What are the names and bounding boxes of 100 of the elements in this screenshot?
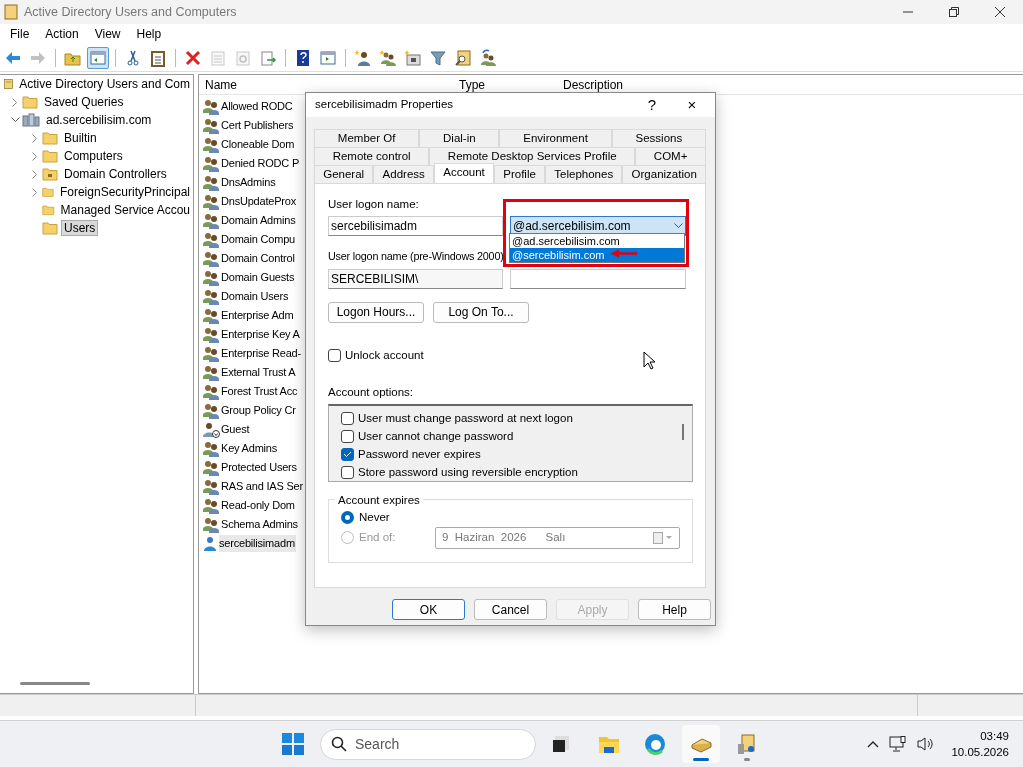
list-item[interactable]: Key Admins	[221, 440, 279, 457]
tree-item[interactable]: ForeignSecurityPrincipal	[56, 184, 193, 200]
dialog-button[interactable]: OK	[392, 599, 465, 620]
pre-windows-name-field[interactable]	[510, 268, 686, 289]
list-item[interactable]: Domain Guests	[221, 269, 296, 286]
list-item[interactable]: Guest	[221, 421, 251, 438]
list-item[interactable]: Domain Users	[221, 288, 290, 305]
tree-item[interactable]: Managed Service Accou	[57, 202, 193, 218]
option-label[interactable]: User must change password at next logon	[358, 410, 573, 428]
tree-item[interactable]: Users	[61, 220, 99, 236]
expand-chevron-icon[interactable]	[32, 151, 38, 161]
dialog-button[interactable]: Log On To...	[433, 301, 529, 323]
field-label: User logon name:	[328, 197, 420, 212]
checkbox[interactable]	[341, 466, 354, 480]
tab[interactable]: Member Of	[314, 129, 420, 147]
tab[interactable]: Profile	[494, 165, 546, 183]
list-item[interactable]: Schema Admins	[221, 516, 299, 533]
tab[interactable]: Telephones	[545, 165, 623, 183]
list-item[interactable]: Domain Control	[221, 250, 296, 267]
checkbox[interactable]	[328, 349, 341, 362]
tree-item[interactable]: Active Directory Users and Com	[16, 76, 193, 92]
list-item[interactable]: DnsAdmins	[221, 174, 277, 191]
tab[interactable]: COM+	[635, 147, 706, 165]
list-item[interactable]: External Trust A	[221, 364, 297, 381]
list-item[interactable]: Denied RODC P	[221, 155, 301, 172]
list-item[interactable]: Forest Trust Acc	[221, 383, 299, 400]
checkbox[interactable]	[341, 430, 354, 444]
list-item[interactable]: Read-only Dom	[221, 497, 296, 514]
menu-item[interactable]: Action	[37, 25, 87, 43]
tab[interactable]: Environment	[499, 129, 612, 147]
scrollbar-thumb[interactable]	[20, 682, 90, 685]
suffix-dropdown[interactable]: @ad.sercebilisim.com	[510, 216, 686, 237]
list-item[interactable]: RAS and IAS Ser	[221, 478, 304, 495]
option-label[interactable]: User cannot change password	[358, 428, 514, 446]
tab[interactable]: Remote Desktop Services Profile	[429, 147, 636, 165]
dropdown-option[interactable]: @ad.sercebilisim.com	[510, 234, 684, 248]
collapse-chevron-icon[interactable]	[10, 117, 20, 123]
folder-icon	[42, 185, 54, 199]
option-label[interactable]: Store password using reversible encryption	[358, 464, 578, 482]
dropdown-option[interactable]: @sercebilisim.com	[510, 248, 684, 262]
column-header[interactable]: Type	[453, 75, 557, 94]
dialog-button[interactable]: Logon Hours...	[328, 301, 424, 323]
close-icon[interactable]	[995, 7, 1005, 17]
directory-app-button[interactable]	[682, 725, 720, 763]
tab[interactable]: Sessions	[611, 129, 707, 147]
tree-item[interactable]: Builtin	[61, 130, 100, 146]
expand-chevron-icon[interactable]	[32, 187, 38, 197]
tree-item[interactable]: Computers	[61, 148, 126, 164]
tab[interactable]: General	[314, 165, 374, 183]
network-icon[interactable]	[889, 736, 908, 752]
tab[interactable]: Remote control	[314, 147, 430, 165]
tree-item[interactable]: Domain Controllers	[61, 166, 170, 182]
dialog-button[interactable]: Cancel	[474, 599, 547, 620]
option-label[interactable]: Password never expires	[358, 446, 481, 464]
radio-label[interactable]: Never	[359, 509, 390, 527]
clock-time[interactable]: 03:49	[951, 728, 1009, 744]
section-label: Account options:	[328, 384, 415, 400]
tree-item[interactable]: Saved Queries	[41, 94, 127, 110]
list-item[interactable]: Domain Compu	[221, 231, 297, 248]
taskbar-search-field[interactable]: Search	[320, 728, 536, 760]
checkbox-label[interactable]: Unlock account	[345, 346, 424, 365]
list-item[interactable]: Enterprise Key A	[221, 326, 301, 343]
volume-icon[interactable]	[917, 736, 936, 752]
list-item[interactable]: Group Policy Cr	[221, 402, 297, 419]
restore-icon[interactable]	[949, 7, 959, 17]
group-icon	[202, 516, 220, 533]
dialog-button[interactable]: Help	[638, 599, 711, 620]
list-item[interactable]: sercebilisimadm	[219, 535, 296, 552]
tab[interactable]: Address	[373, 165, 434, 183]
list-item[interactable]: Domain Admins	[221, 212, 297, 229]
checkbox[interactable]	[341, 412, 354, 426]
expand-chevron-icon[interactable]	[32, 169, 38, 179]
list-item[interactable]: Enterprise Adm	[221, 307, 295, 324]
list-item[interactable]: Cloneable Dom	[221, 136, 296, 153]
column-header[interactable]: Description	[557, 75, 757, 94]
tab[interactable]: Account	[434, 163, 495, 183]
radio-button[interactable]	[341, 511, 354, 525]
list-item[interactable]: Allowed RODC	[221, 98, 294, 115]
list-item[interactable]: Cert Publishers	[221, 117, 295, 134]
menu-item[interactable]: Help	[128, 25, 170, 43]
tab[interactable]: Organization	[622, 165, 707, 183]
close-button[interactable]: ×	[669, 93, 715, 117]
scrollbar-thumb[interactable]	[682, 423, 684, 440]
chevron-up-icon[interactable]	[867, 740, 880, 748]
expand-chevron-icon[interactable]	[12, 97, 18, 107]
logon-name-field[interactable]: sercebilisimadm	[328, 216, 503, 237]
list-item[interactable]: Protected Users	[221, 459, 298, 476]
checkbox[interactable]	[341, 448, 354, 462]
console-tree-button[interactable]	[87, 46, 109, 69]
column-header[interactable]: Name	[199, 75, 453, 94]
list-item[interactable]: DnsUpdateProx	[221, 193, 298, 210]
help-button[interactable]: ?	[635, 93, 669, 117]
clock-date[interactable]: 10.05.2026	[951, 744, 1009, 760]
list-item[interactable]: Enterprise Read-	[221, 345, 302, 362]
tab[interactable]: Dial-in	[419, 129, 500, 147]
menu-item[interactable]: View	[86, 25, 129, 43]
menu-item[interactable]: File	[2, 25, 38, 43]
help-icon	[294, 48, 312, 67]
tree-item[interactable]: ad.sercebilisim.com	[43, 112, 155, 128]
expand-chevron-icon[interactable]	[32, 133, 38, 143]
